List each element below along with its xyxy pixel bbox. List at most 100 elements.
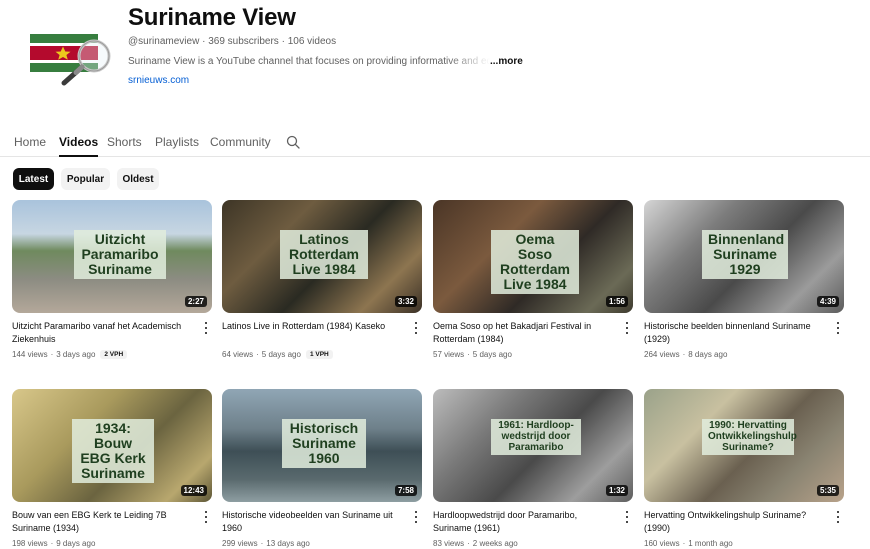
channel-tabs: Home Videos Shorts Playlists Community [0, 129, 870, 157]
description-text: Suriname View is a YouTube channel that … [128, 56, 490, 67]
chip-oldest[interactable]: Oldest [117, 168, 159, 190]
video-count: 106 videos [287, 36, 337, 47]
video-card[interactable]: 1990: Hervatting Ontwikkelingshulp Surin… [644, 389, 844, 548]
video-duration: 5:35 [816, 485, 839, 496]
video-thumbnail[interactable]: Historisch Suriname 1960 7:58 [222, 389, 422, 502]
tab-home[interactable]: Home [14, 135, 46, 157]
channel-handle: @surinameview [128, 36, 200, 47]
video-duration: 1:56 [605, 296, 628, 307]
video-thumbnail[interactable]: 1990: Hervatting Ontwikkelingshulp Surin… [644, 389, 844, 502]
video-thumbnail[interactable]: Oema Soso Rotterdam Live 1984 1:56 [433, 200, 633, 313]
channel-meta: @surinameview · 369 subscribers · 106 vi… [128, 36, 336, 47]
video-title[interactable]: Hervatting Ontwikkelingshulp Suriname? (… [644, 509, 826, 535]
video-duration: 4:39 [816, 296, 839, 307]
view-count: 198 views [12, 539, 48, 548]
video-title[interactable]: Bouw van een EBG Kerk te Leiding 7B Suri… [12, 509, 194, 535]
chip-latest[interactable]: Latest [13, 168, 54, 190]
more-link[interactable]: ...more [490, 56, 523, 67]
video-card[interactable]: Binnenland Suriname 1929 4:39 Historisch… [644, 200, 844, 359]
video-meta: 299 views · 13 days ago [222, 539, 310, 548]
video-duration: 2:27 [184, 296, 207, 307]
subscriber-count: 369 subscribers [208, 36, 279, 47]
more-options-icon[interactable] [412, 510, 420, 524]
video-title[interactable]: Latinos Live in Rotterdam (1984) Kaseko [222, 320, 404, 333]
channel-title: Suriname View [128, 4, 296, 31]
video-title[interactable]: Hardloopwedstrijd door Paramaribo, Surin… [433, 509, 615, 535]
upload-age: 1 month ago [688, 539, 733, 548]
more-options-icon[interactable] [623, 510, 631, 524]
meta-separator: · [202, 36, 206, 47]
meta-separator: · [281, 36, 285, 47]
search-icon[interactable] [286, 135, 300, 149]
video-title[interactable]: Historische beelden binnenland Suriname … [644, 320, 826, 346]
video-duration: 7:58 [394, 485, 417, 496]
channel-avatar[interactable] [26, 28, 116, 104]
video-card[interactable]: Historisch Suriname 1960 7:58 Historisch… [222, 389, 422, 548]
meta-separator: · [682, 539, 686, 548]
upload-age: 5 days ago [472, 350, 512, 359]
video-card[interactable]: Latinos Rotterdam Live 1984 3:32 Latinos… [222, 200, 422, 359]
meta-separator: · [682, 350, 686, 359]
suriname-flag-magnifier-icon [30, 34, 111, 86]
more-options-icon[interactable] [834, 510, 842, 524]
upload-age: 5 days ago [261, 350, 301, 359]
thumbnail-title-overlay: 1961: Hardloop- wedstrijd door Paramarib… [491, 419, 581, 456]
channel-description[interactable]: Suriname View is a YouTube channel that … [128, 56, 523, 67]
more-options-icon[interactable] [412, 321, 420, 335]
video-meta: 144 views · 3 days ago 2 VPH [12, 350, 128, 359]
tab-shorts[interactable]: Shorts [107, 135, 142, 157]
vph-badge: 2 VPH [100, 350, 128, 359]
meta-separator: · [467, 350, 470, 359]
upload-age: 3 days ago [56, 350, 96, 359]
thumbnail-title-overlay: Oema Soso Rotterdam Live 1984 [491, 230, 579, 295]
thumbnail-title-overlay: 1934: Bouw EBG Kerk Suriname [72, 419, 154, 484]
upload-age: 13 days ago [266, 539, 310, 548]
chip-popular[interactable]: Popular [61, 168, 110, 190]
tab-community[interactable]: Community [210, 135, 271, 157]
meta-separator: · [467, 539, 470, 548]
video-thumbnail[interactable]: Uitzicht Paramaribo Suriname 2:27 [12, 200, 212, 313]
thumbnail-title-overlay: Binnenland Suriname 1929 [702, 230, 788, 280]
video-card[interactable]: Uitzicht Paramaribo Suriname 2:27 Uitzic… [12, 200, 212, 359]
more-options-icon[interactable] [202, 321, 210, 335]
meta-separator: · [256, 350, 259, 359]
view-count: 299 views [222, 539, 258, 548]
video-title[interactable]: Oema Soso op het Bakadjari Festival in R… [433, 320, 615, 346]
more-options-icon[interactable] [623, 321, 631, 335]
video-thumbnail[interactable]: Latinos Rotterdam Live 1984 3:32 [222, 200, 422, 313]
video-meta: 160 views · 1 month ago [644, 539, 733, 548]
upload-age: 9 days ago [56, 539, 96, 548]
meta-separator: · [50, 539, 54, 548]
video-card[interactable]: Oema Soso Rotterdam Live 1984 1:56 Oema … [433, 200, 633, 359]
tab-videos[interactable]: Videos [59, 135, 99, 157]
thumbnail-title-overlay: Uitzicht Paramaribo Suriname [74, 230, 166, 280]
more-options-icon[interactable] [834, 321, 842, 335]
channel-website-link[interactable]: srnieuws.com [128, 75, 189, 86]
view-count: 57 views [433, 350, 465, 359]
video-meta: 198 views · 9 days ago [12, 539, 95, 548]
meta-separator: · [50, 350, 54, 359]
video-meta: 83 views · 2 weeks ago [433, 539, 518, 548]
view-count: 64 views [222, 350, 254, 359]
video-duration: 3:32 [394, 296, 417, 307]
video-title[interactable]: Historische videobeelden van Suriname ui… [222, 509, 404, 535]
meta-separator: · [260, 539, 264, 548]
video-card[interactable]: 1934: Bouw EBG Kerk Suriname 12:43 Bouw … [12, 389, 212, 548]
video-duration: 12:43 [180, 485, 207, 496]
tab-playlists[interactable]: Playlists [155, 135, 199, 157]
video-meta: 64 views · 5 days ago 1 VPH [222, 350, 333, 359]
video-meta: 264 views · 8 days ago [644, 350, 727, 359]
thumbnail-title-overlay: Latinos Rotterdam Live 1984 [280, 230, 368, 280]
video-thumbnail[interactable]: 1934: Bouw EBG Kerk Suriname 12:43 [12, 389, 212, 502]
view-count: 144 views [12, 350, 48, 359]
more-options-icon[interactable] [202, 510, 210, 524]
video-card[interactable]: 1961: Hardloop- wedstrijd door Paramarib… [433, 389, 633, 548]
view-count: 83 views [433, 539, 465, 548]
upload-age: 8 days ago [688, 350, 728, 359]
video-duration: 1:32 [605, 485, 628, 496]
view-count: 264 views [644, 350, 680, 359]
video-thumbnail[interactable]: 1961: Hardloop- wedstrijd door Paramarib… [433, 389, 633, 502]
vph-badge: 1 VPH [305, 350, 333, 359]
video-thumbnail[interactable]: Binnenland Suriname 1929 4:39 [644, 200, 844, 313]
video-title[interactable]: Uitzicht Paramaribo vanaf het Academisch… [12, 320, 194, 346]
